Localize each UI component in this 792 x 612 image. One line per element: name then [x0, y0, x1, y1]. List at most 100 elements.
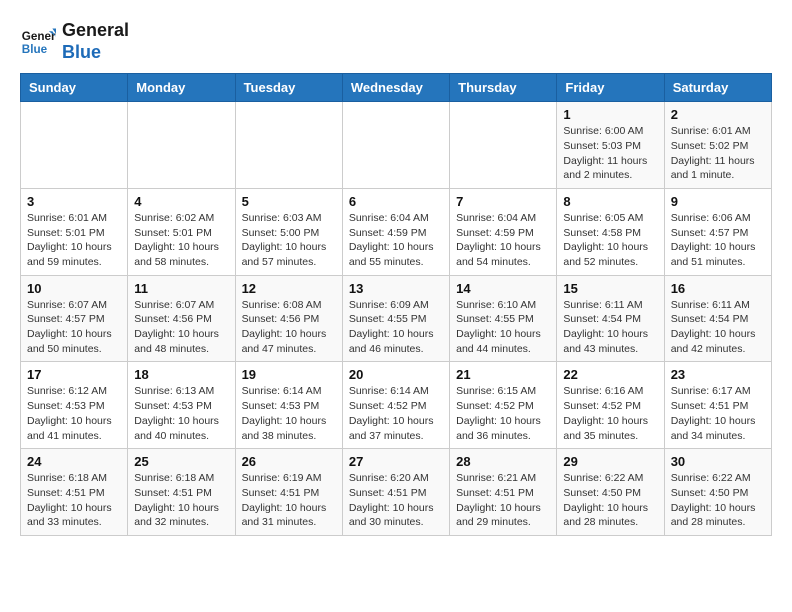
calendar-cell: 8 Sunrise: 6:05 AM Sunset: 4:58 PM Daylig… [557, 188, 664, 275]
cell-info: Sunrise: 6:22 AM Sunset: 4:50 PM Dayligh… [563, 471, 657, 530]
day-number: 10 [27, 281, 121, 296]
cell-info: Sunrise: 6:20 AM Sunset: 4:51 PM Dayligh… [349, 471, 443, 530]
cell-info: Sunrise: 6:10 AM Sunset: 4:55 PM Dayligh… [456, 298, 550, 357]
cell-info: Sunrise: 6:09 AM Sunset: 4:55 PM Dayligh… [349, 298, 443, 357]
day-number: 12 [242, 281, 336, 296]
calendar-cell: 22Sunrise: 6:16 AM Sunset: 4:52 PM Dayli… [557, 362, 664, 449]
calendar-cell: 3Sunrise: 6:01 AM Sunset: 5:01 PM Daylig… [21, 188, 128, 275]
calendar-cell: 30 Sunrise: 6:22 AM Sunset: 4:50 PM Dayli… [664, 449, 771, 536]
day-number: 30 [671, 454, 765, 469]
cell-info: Sunrise: 6:04 AM Sunset: 4:59 PM Dayligh… [456, 211, 550, 270]
calendar-table: SundayMondayTuesdayWednesdayThursdayFrid… [20, 73, 772, 536]
calendar-week-row: 1 Sunrise: 6:00 AM Sunset: 5:03 PM Daylig… [21, 102, 772, 189]
calendar-cell: 12 Sunrise: 6:08 AM Sunset: 4:56 PM Dayli… [235, 275, 342, 362]
calendar-cell: 28 Sunrise: 6:21 AM Sunset: 4:51 PM Dayli… [450, 449, 557, 536]
calendar-cell: 10 Sunrise: 6:07 AM Sunset: 4:57 PM Dayli… [21, 275, 128, 362]
calendar-week-row: 24 Sunrise: 6:18 AM Sunset: 4:51 PM Dayli… [21, 449, 772, 536]
calendar-cell: 24 Sunrise: 6:18 AM Sunset: 4:51 PM Dayli… [21, 449, 128, 536]
day-number: 26 [242, 454, 336, 469]
day-number: 24 [27, 454, 121, 469]
calendar-week-row: 3Sunrise: 6:01 AM Sunset: 5:01 PM Daylig… [21, 188, 772, 275]
calendar-cell: 19 Sunrise: 6:14 AM Sunset: 4:53 PM Dayli… [235, 362, 342, 449]
day-of-week-header: Monday [128, 74, 235, 102]
calendar-cell: 5 Sunrise: 6:03 AM Sunset: 5:00 PM Daylig… [235, 188, 342, 275]
day-number: 4 [134, 194, 228, 209]
calendar-cell: 6Sunrise: 6:04 AM Sunset: 4:59 PM Daylig… [342, 188, 449, 275]
calendar-cell [235, 102, 342, 189]
calendar-cell: 29 Sunrise: 6:22 AM Sunset: 4:50 PM Dayli… [557, 449, 664, 536]
day-number: 17 [27, 367, 121, 382]
cell-info: Sunrise: 6:11 AM Sunset: 4:54 PM Dayligh… [671, 298, 765, 357]
calendar-body: 1 Sunrise: 6:00 AM Sunset: 5:03 PM Daylig… [21, 102, 772, 536]
day-number: 23 [671, 367, 765, 382]
day-number: 3 [27, 194, 121, 209]
day-number: 8 [563, 194, 657, 209]
day-number: 19 [242, 367, 336, 382]
calendar-cell: 17 Sunrise: 6:12 AM Sunset: 4:53 PM Dayli… [21, 362, 128, 449]
day-number: 14 [456, 281, 550, 296]
cell-info: Sunrise: 6:18 AM Sunset: 4:51 PM Dayligh… [134, 471, 228, 530]
day-number: 2 [671, 107, 765, 122]
cell-info: Sunrise: 6:00 AM Sunset: 5:03 PM Dayligh… [563, 124, 657, 183]
cell-info: Sunrise: 6:05 AM Sunset: 4:58 PM Dayligh… [563, 211, 657, 270]
cell-info: Sunrise: 6:22 AM Sunset: 4:50 PM Dayligh… [671, 471, 765, 530]
day-number: 18 [134, 367, 228, 382]
day-number: 20 [349, 367, 443, 382]
cell-info: Sunrise: 6:12 AM Sunset: 4:53 PM Dayligh… [27, 384, 121, 443]
day-number: 25 [134, 454, 228, 469]
calendar-cell [21, 102, 128, 189]
calendar-cell: 15Sunrise: 6:11 AM Sunset: 4:54 PM Dayli… [557, 275, 664, 362]
calendar-week-row: 10 Sunrise: 6:07 AM Sunset: 4:57 PM Dayli… [21, 275, 772, 362]
day-number: 29 [563, 454, 657, 469]
day-number: 7 [456, 194, 550, 209]
cell-info: Sunrise: 6:06 AM Sunset: 4:57 PM Dayligh… [671, 211, 765, 270]
cell-info: Sunrise: 6:14 AM Sunset: 4:52 PM Dayligh… [349, 384, 443, 443]
calendar-cell [450, 102, 557, 189]
day-number: 5 [242, 194, 336, 209]
cell-info: Sunrise: 6:13 AM Sunset: 4:53 PM Dayligh… [134, 384, 228, 443]
day-of-week-header: Friday [557, 74, 664, 102]
calendar-cell: 14 Sunrise: 6:10 AM Sunset: 4:55 PM Dayli… [450, 275, 557, 362]
day-number: 15 [563, 281, 657, 296]
calendar-week-row: 17 Sunrise: 6:12 AM Sunset: 4:53 PM Dayli… [21, 362, 772, 449]
cell-info: Sunrise: 6:01 AM Sunset: 5:02 PM Dayligh… [671, 124, 765, 183]
day-number: 27 [349, 454, 443, 469]
day-number: 22 [563, 367, 657, 382]
header-row: SundayMondayTuesdayWednesdayThursdayFrid… [21, 74, 772, 102]
calendar-cell: 16 Sunrise: 6:11 AM Sunset: 4:54 PM Dayli… [664, 275, 771, 362]
cell-info: Sunrise: 6:03 AM Sunset: 5:00 PM Dayligh… [242, 211, 336, 270]
logo: General Blue General Blue [20, 20, 129, 63]
cell-info: Sunrise: 6:08 AM Sunset: 4:56 PM Dayligh… [242, 298, 336, 357]
day-of-week-header: Saturday [664, 74, 771, 102]
cell-info: Sunrise: 6:17 AM Sunset: 4:51 PM Dayligh… [671, 384, 765, 443]
calendar-cell [342, 102, 449, 189]
day-number: 28 [456, 454, 550, 469]
day-number: 9 [671, 194, 765, 209]
cell-info: Sunrise: 6:14 AM Sunset: 4:53 PM Dayligh… [242, 384, 336, 443]
calendar-cell: 11 Sunrise: 6:07 AM Sunset: 4:56 PM Dayli… [128, 275, 235, 362]
calendar-cell: 23 Sunrise: 6:17 AM Sunset: 4:51 PM Dayli… [664, 362, 771, 449]
day-number: 21 [456, 367, 550, 382]
day-number: 1 [563, 107, 657, 122]
svg-text:Blue: Blue [22, 42, 48, 55]
cell-info: Sunrise: 6:07 AM Sunset: 4:57 PM Dayligh… [27, 298, 121, 357]
calendar-header: SundayMondayTuesdayWednesdayThursdayFrid… [21, 74, 772, 102]
calendar-cell: 1 Sunrise: 6:00 AM Sunset: 5:03 PM Daylig… [557, 102, 664, 189]
calendar-cell: 9 Sunrise: 6:06 AM Sunset: 4:57 PM Daylig… [664, 188, 771, 275]
calendar-cell: 21Sunrise: 6:15 AM Sunset: 4:52 PM Dayli… [450, 362, 557, 449]
calendar-cell: 2 Sunrise: 6:01 AM Sunset: 5:02 PM Daylig… [664, 102, 771, 189]
page-header: General Blue General Blue [20, 20, 772, 63]
day-number: 6 [349, 194, 443, 209]
cell-info: Sunrise: 6:02 AM Sunset: 5:01 PM Dayligh… [134, 211, 228, 270]
logo-text: General Blue [62, 20, 129, 63]
calendar-cell: 13Sunrise: 6:09 AM Sunset: 4:55 PM Dayli… [342, 275, 449, 362]
cell-info: Sunrise: 6:21 AM Sunset: 4:51 PM Dayligh… [456, 471, 550, 530]
cell-info: Sunrise: 6:07 AM Sunset: 4:56 PM Dayligh… [134, 298, 228, 357]
calendar-cell: 26Sunrise: 6:19 AM Sunset: 4:51 PM Dayli… [235, 449, 342, 536]
day-number: 16 [671, 281, 765, 296]
calendar-cell: 7 Sunrise: 6:04 AM Sunset: 4:59 PM Daylig… [450, 188, 557, 275]
day-of-week-header: Sunday [21, 74, 128, 102]
day-of-week-header: Thursday [450, 74, 557, 102]
day-number: 11 [134, 281, 228, 296]
cell-info: Sunrise: 6:18 AM Sunset: 4:51 PM Dayligh… [27, 471, 121, 530]
